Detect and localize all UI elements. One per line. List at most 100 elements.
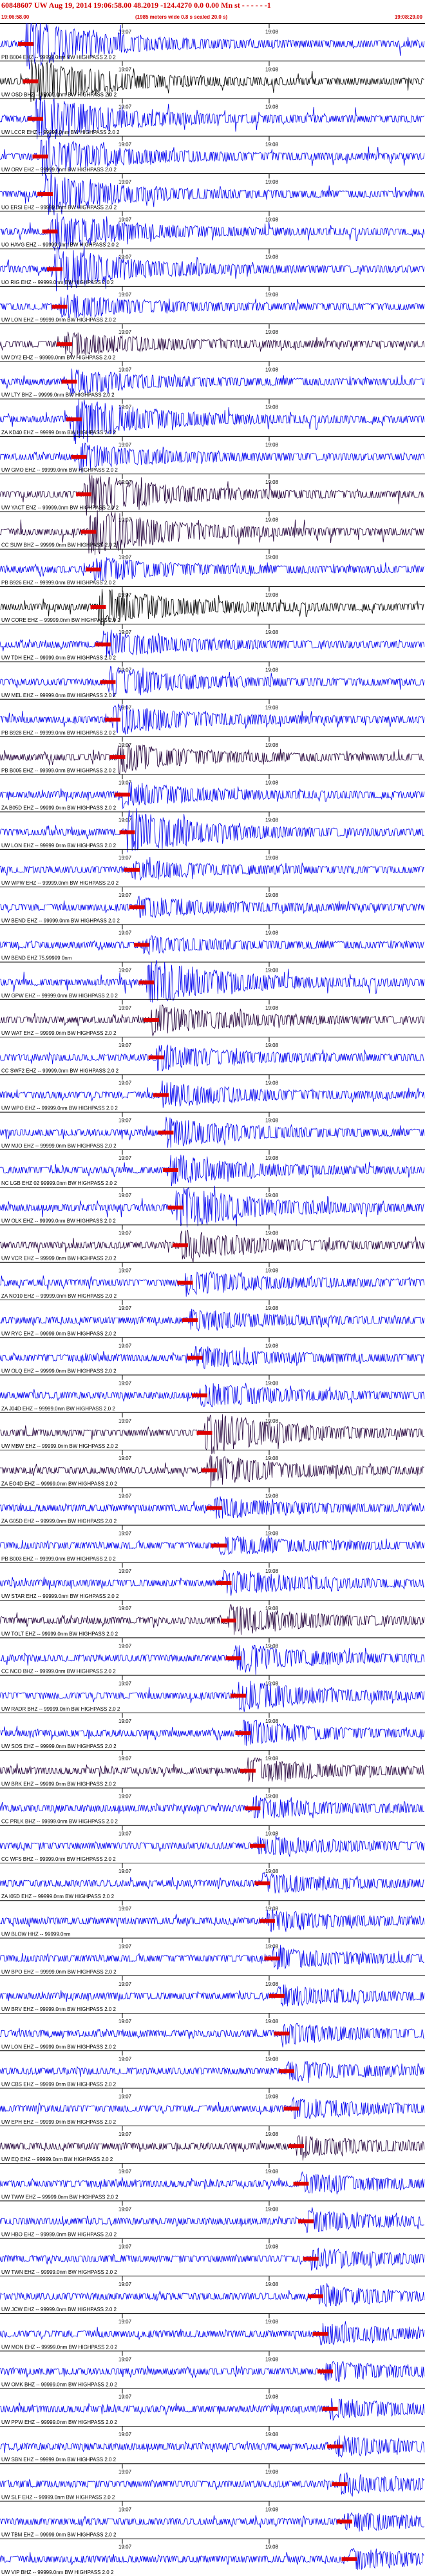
time-tick-label: 19:08 bbox=[265, 2094, 279, 2100]
time-tick-label: 19:07 bbox=[118, 2094, 132, 2100]
phase-pick-marker bbox=[332, 2482, 348, 2486]
time-tick-label: 19:07 bbox=[118, 2544, 132, 2550]
phase-pick-marker bbox=[42, 229, 58, 234]
trace-row: 19:07 19:08UW BLOW HHZ -- 99999.0nm bbox=[0, 1900, 425, 1937]
phase-pick-marker bbox=[250, 1843, 265, 1848]
channel-label: UO RIG EHZ -- 99999.0nm BW HIGHPASS 2.0 … bbox=[1, 280, 114, 285]
phase-pick-marker bbox=[192, 1393, 207, 1398]
time-tick-label: 19:08 bbox=[265, 1418, 279, 1424]
time-tick-label: 19:07 bbox=[118, 1305, 132, 1311]
time-tick-label: 19:08 bbox=[265, 1080, 279, 1086]
seismogram-traces: 19:07 19:08 PB B004 EHZ -- 99999.0nm BW HI… bbox=[0, 23, 425, 2575]
time-tick-label: 19:08 bbox=[265, 2019, 279, 2024]
trace-row: 19:07 19:08 NC LGB EHZ 02 99999.0nm BW HIG… bbox=[0, 1149, 425, 1186]
trace-row: 19:07 19:08 UW SOS EHZ -- 99999.0nm BW HIG… bbox=[0, 1712, 425, 1749]
trace-row: 19:07 19:08ZA I05D EHZ -- 99999.0nm BW HI… bbox=[0, 1862, 425, 1899]
trace-row: 19:07 19:08 UO HAVG EHZ -- 99999.0nm BW HI… bbox=[0, 211, 425, 251]
trace-row: 19:07 19:08 UW OSD BHZ -- 99999.0nm BW HIG… bbox=[0, 59, 425, 102]
channel-label: UW LON EHZ -- 99999.0nm BW HIGHPASS 2.0 … bbox=[1, 843, 117, 849]
time-tick-label: 19:07 bbox=[118, 1681, 132, 1687]
channel-label: UW LCCR EHZ -- 99999.0nm BW HIGHPASS 2.0… bbox=[1, 130, 120, 135]
trace-row: 19:07 19:08 UW LON EHZ -- 99999.0nm BW HIG… bbox=[0, 2013, 425, 2050]
trace-row: 19:07 19:08 UW LCCR EHZ -- 99999.0nm BW HI… bbox=[0, 95, 425, 140]
channel-label: UW OLK EHZ -- 99999.0nm BW HIGHPASS 2.0 … bbox=[1, 1218, 116, 1224]
time-tick-label: 19:07 bbox=[118, 1005, 132, 1011]
time-tick-label: 19:07 bbox=[118, 66, 132, 72]
phase-pick-marker bbox=[221, 1619, 236, 1623]
waveform bbox=[0, 1757, 424, 1783]
time-tick-label: 19:08 bbox=[265, 2356, 279, 2362]
trace-row: 19:07 19:08 UW LTY BHZ -- 99999.0nm BW HIG… bbox=[0, 361, 425, 398]
time-tick-label: 19:08 bbox=[265, 517, 279, 523]
phase-pick-marker bbox=[264, 1956, 280, 1961]
channel-label: CC NCO BHZ -- 99999.0nm BW HIGHPASS 2.0 … bbox=[1, 1669, 116, 1675]
time-tick-label: 19:07 bbox=[118, 2469, 132, 2475]
trace-row: 19:07 19:08 ZA EO4D EHZ -- 99999.0nm BW HI… bbox=[0, 1450, 425, 1488]
time-tick-label: 19:07 bbox=[118, 1531, 132, 1537]
time-tick-label: 19:08 bbox=[265, 855, 279, 861]
trace-row: 19:07 19:08 UW WAT EHZ -- 99999.0nm BW HIG… bbox=[0, 999, 425, 1037]
channel-label: ZA I05D EHZ -- 99999.0nm BW HIGHPASS 2.0… bbox=[1, 1894, 115, 1899]
trace-row: 19:07 19:08 UW OLK EHZ -- 99999.0nm BW HIG… bbox=[0, 1186, 425, 1228]
trace-row: 19:07 19:08 UW EQ EHZ -- 99999.0nm BW HIGH… bbox=[0, 2125, 425, 2162]
phase-pick-marker bbox=[115, 793, 130, 797]
event-title: 60848607 UW Aug 19, 2014 19:06:58.00 48.… bbox=[1, 1, 271, 10]
end-time-label: 19:08:29.00 bbox=[394, 14, 422, 20]
phase-pick-marker bbox=[144, 1017, 159, 1022]
trace-row: 19:07 19:08 UW ORV EHZ -- 99999.0nm BW HIG… bbox=[0, 135, 425, 177]
phase-pick-marker bbox=[288, 2144, 304, 2148]
time-tick-label: 19:07 bbox=[118, 968, 132, 974]
time-tick-label: 19:08 bbox=[265, 1305, 279, 1311]
time-tick-label: 19:08 bbox=[265, 1230, 279, 1236]
waveform bbox=[0, 1794, 424, 1819]
trace-row: 19:07 19:08PB B926 EHZ -- 99999.0nm BW HI… bbox=[0, 548, 425, 586]
phase-pick-marker bbox=[274, 2032, 290, 2036]
waveform bbox=[0, 2548, 425, 2571]
time-tick-label: 19:07 bbox=[118, 2319, 132, 2325]
channel-label: PB B928 EHZ -- 99999.0nm BW HIGHPASS 2.0… bbox=[1, 730, 116, 736]
time-tick-label: 19:07 bbox=[118, 2019, 132, 2024]
waveform bbox=[0, 630, 425, 657]
trace-row: 19:07 19:08 UW WPO EHZ -- 99999.0nm BW HIG… bbox=[0, 1074, 425, 1111]
channel-label: UW DY2 EHZ -- 99999.0nm BW HIGHPASS 2.0 … bbox=[1, 354, 116, 360]
waveform bbox=[0, 782, 425, 809]
time-tick-label: 19:08 bbox=[265, 255, 279, 260]
channel-label: UW WPW EHZ -- 99999.0nm BW HIGHPASS 2.0 … bbox=[1, 880, 119, 886]
time-tick-label: 19:08 bbox=[265, 2244, 279, 2250]
trace-row: 19:07 19:08UW TDH EHZ -- 99999.0nm BW HIG… bbox=[0, 624, 425, 661]
time-tick-label: 19:07 bbox=[118, 930, 132, 936]
channel-label: UW MJO EHZ -- 99999.0nm BW HIGHPASS 2.0 … bbox=[1, 1143, 117, 1149]
waveform bbox=[0, 2361, 425, 2382]
phase-pick-marker bbox=[129, 905, 145, 910]
channel-label: ZA KD40 EHZ -- 99999.0nm BW HIGHPASS 2.0… bbox=[1, 430, 117, 436]
waveform bbox=[0, 2321, 425, 2345]
waveform bbox=[0, 2247, 425, 2271]
phase-pick-marker bbox=[254, 1881, 270, 1886]
time-tick-label: 19:07 bbox=[118, 1793, 132, 1799]
time-tick-label: 19:08 bbox=[265, 405, 279, 410]
time-tick-label: 19:07 bbox=[118, 742, 132, 748]
trace-row: 19:07 19:08 UW BEND EHZ -- 99999.0nm BW HI… bbox=[0, 887, 425, 923]
channel-label: UW RADR BHZ -- 99999.0nm BW HIGHPASS 2.0… bbox=[1, 1706, 120, 1712]
time-tick-label: 19:08 bbox=[265, 630, 279, 635]
trace-row: 19:07 19:08 UW OMK BHZ -- 99999.0nm BW HIG… bbox=[0, 2350, 425, 2388]
phase-pick-marker bbox=[109, 755, 126, 760]
time-tick-label: 19:08 bbox=[265, 1756, 279, 1762]
time-tick-label: 19:08 bbox=[265, 2169, 279, 2175]
channel-label: UW SLF EHZ -- 99999.0nm BW HIGHPASS 2.0 … bbox=[1, 2494, 115, 2500]
time-tick-label: 19:08 bbox=[265, 1944, 279, 1950]
channel-label: UW TOLT EHZ -- 99999.0nm BW HIGHPASS 2.0… bbox=[1, 1631, 118, 1637]
channel-label: ZA EO4D EHZ -- 99999.0nm BW HIGHPASS 2.0… bbox=[1, 1481, 117, 1486]
phase-pick-marker bbox=[47, 267, 62, 271]
channel-label: UW ORV EHZ -- 99999.0nm BW HIGHPASS 2.0 … bbox=[1, 167, 117, 173]
phase-pick-marker bbox=[52, 304, 68, 309]
time-tick-label: 19:08 bbox=[265, 1831, 279, 1837]
time-tick-label: 19:07 bbox=[118, 1981, 132, 1987]
time-tick-label: 19:08 bbox=[265, 742, 279, 748]
time-tick-label: 19:08 bbox=[265, 1268, 279, 1274]
phase-pick-marker bbox=[225, 1656, 241, 1660]
trace-row: 19:07 19:08UW MEL EHZ -- 99999.0nm BW HIG… bbox=[0, 661, 425, 698]
phase-pick-marker bbox=[303, 2256, 319, 2261]
time-tick-label: 19:08 bbox=[265, 2469, 279, 2475]
trace-row: 19:07 19:08 ZA J04D EHZ -- 99999.0nm BW HI… bbox=[0, 1374, 425, 1412]
